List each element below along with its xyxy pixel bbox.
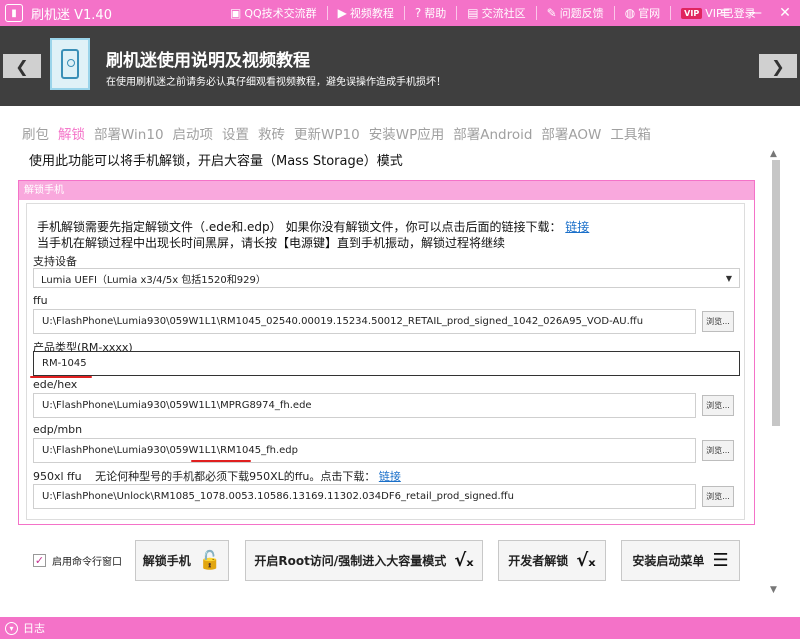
chevron-left-icon: ❮	[15, 56, 29, 76]
tab-install-wp-apps[interactable]: 安装WP应用	[369, 123, 445, 143]
community-icon: ▤	[467, 6, 479, 20]
app-title: 刷机迷 V1.40	[31, 7, 112, 23]
unlock-panel: 解锁手机 手机解锁需要先指定解锁文件（.ede和.edp） 如果你没有解锁文件，…	[18, 180, 755, 525]
unlock-note-1: 手机解锁需要先指定解锁文件（.ede和.edp） 如果你没有解锁文件，你可以点击…	[37, 220, 590, 234]
panel-title: 解锁手机	[19, 181, 754, 200]
device-label: 支持设备	[33, 255, 77, 268]
tab-settings[interactable]: 设置	[222, 123, 249, 143]
qq-group-icon: ▣	[230, 6, 242, 20]
tab-flash[interactable]: 刷包	[22, 123, 49, 143]
header-title: 刷机迷使用说明及视频教程	[106, 51, 310, 71]
ffu-browse-button[interactable]: 浏览...	[702, 311, 734, 332]
chevron-right-icon: ❯	[771, 56, 785, 76]
window-controls: ≡ — ✕	[710, 0, 800, 26]
cmd-window-checkbox-row[interactable]: ✓ 启用命令行窗口	[33, 553, 122, 568]
title-bar: ▮ 刷机迷 V1.40 ▣ QQ技术交流群 ▶ 视频教程 ? 帮助 ▤ 交流社区 ✎ 问题…	[0, 0, 800, 26]
separator	[403, 6, 405, 20]
separator	[326, 6, 328, 20]
ede-hex-label: ede/hex	[33, 378, 78, 391]
video-icon: ▶	[337, 6, 347, 20]
minimize-icon[interactable]: —	[740, 5, 770, 21]
separator	[613, 6, 615, 20]
chevron-down-circle-icon[interactable]: ▾	[5, 621, 18, 635]
header-banner: ❮ 刷机迷使用说明及视频教程 在使用刷机迷之前请务必认真仔细观看视频教程，避免误…	[0, 26, 800, 106]
edp-mbn-browse-button[interactable]: 浏览...	[702, 440, 734, 461]
ede-hex-path-input[interactable]: U:\FlashPhone\Lumia930\059W1L1\MPRG8974_…	[33, 393, 696, 418]
edp-mbn-path-input[interactable]: U:\FlashPhone\Lumia930\059W1L1\RM1045_fh…	[33, 438, 696, 463]
developer-unlock-button[interactable]: 开发者解锁 √ₓ	[498, 540, 606, 581]
app-logo-icon: ▮	[5, 4, 23, 22]
sqrt-x-icon: √ₓ	[576, 550, 596, 571]
phone-icon	[50, 38, 90, 90]
device-select[interactable]: Lumia UEFI（Lumia x3/4/5x 包括1520和929） ▼	[33, 268, 740, 288]
install-boot-menu-button[interactable]: 安装启动菜单 ☰	[621, 540, 740, 581]
ffu-label: ffu	[33, 294, 48, 307]
feedback-icon: ✎	[546, 6, 557, 20]
separator	[456, 6, 458, 20]
globe-icon: ◍	[624, 6, 636, 20]
ffu-950xl-note: 无论何种型号的手机都必须下载950XL的ffu。点击下载：	[95, 470, 376, 483]
ffu-950xl-download-link[interactable]: 链接	[379, 470, 401, 483]
tab-boot-items[interactable]: 启动项	[173, 123, 214, 143]
link-official-site[interactable]: ◍ 官网	[625, 5, 660, 21]
ffu-950xl-row: 950xl ffu 无论何种型号的手机都必须下载950XL的ffu。点击下载： …	[33, 468, 401, 484]
scroll-up-arrow-icon[interactable]: ▲	[770, 149, 777, 159]
close-icon[interactable]: ✕	[770, 5, 800, 21]
unlock-note-2: 当手机在解锁过程中出现长时间黑屏，请长按【电源键】直到手机振动，解锁过程将继续	[37, 236, 506, 250]
menu-icon[interactable]: ≡	[710, 5, 740, 21]
annotation-underline	[191, 460, 251, 462]
link-community[interactable]: ▤ 交流社区	[467, 5, 525, 21]
tab-toolbox[interactable]: 工具箱	[610, 123, 651, 143]
scrollbar-thumb[interactable]	[772, 160, 780, 426]
tab-unbrick[interactable]: 救砖	[258, 123, 285, 143]
edp-mbn-label: edp/mbn	[33, 423, 83, 436]
scroll-down-arrow-icon[interactable]: ▼	[770, 585, 777, 595]
page-description: 使用此功能可以将手机解锁，开启大容量（Mass Storage）模式	[29, 154, 403, 169]
help-icon: ?	[414, 6, 422, 20]
list-icon: ☰	[712, 550, 729, 571]
ffu-950xl-browse-button[interactable]: 浏览...	[702, 486, 734, 507]
unlock-form: 手机解锁需要先指定解锁文件（.ede和.edp） 如果你没有解锁文件，你可以点击…	[26, 203, 745, 520]
cmd-window-label: 启用命令行窗口	[52, 557, 122, 568]
tab-deploy-aow[interactable]: 部署AOW	[541, 123, 601, 143]
ffu-950xl-label: 950xl ffu	[33, 470, 82, 483]
vip-icon: VIP	[681, 7, 703, 19]
unlock-phone-button[interactable]: 解锁手机 🔓	[135, 540, 229, 581]
ede-hex-browse-button[interactable]: 浏览...	[702, 395, 734, 416]
link-feedback[interactable]: ✎ 问题反馈	[547, 5, 604, 21]
chevron-down-icon: ▼	[725, 273, 732, 283]
titlebar-links: ▣ QQ技术交流群 ▶ 视频教程 ? 帮助 ▤ 交流社区 ✎ 问题反馈 ◍ 官网 VIP VI…	[230, 0, 766, 26]
tab-update-wp10[interactable]: 更新WP10	[294, 123, 360, 143]
ffu-path-input[interactable]: U:\FlashPhone\Lumia930\059W1L1\RM1045_02…	[33, 309, 696, 334]
root-access-button[interactable]: 开启Root访问/强制进入大容量模式 √ₓ	[245, 540, 483, 581]
unlock-icon: 🔓	[198, 550, 222, 571]
main-tabs: 刷包 解锁 部署Win10 启动项 设置 救砖 更新WP10 安装WP应用 部署…	[22, 123, 660, 143]
tab-unlock[interactable]: 解锁	[58, 123, 85, 143]
forward-button[interactable]: ❯	[759, 54, 797, 78]
sqrt-x-icon: √ₓ	[454, 550, 474, 571]
separator	[670, 6, 672, 20]
ffu-950xl-path-input[interactable]: U:\FlashPhone\Unlock\RM1085_1078.0053.10…	[33, 484, 696, 509]
tab-deploy-android[interactable]: 部署Android	[453, 123, 532, 143]
link-help[interactable]: ? 帮助	[415, 5, 446, 21]
link-video-tutorial[interactable]: ▶ 视频教程	[338, 5, 394, 21]
header-subtitle: 在使用刷机迷之前请务必认真仔细观看视频教程，避免误操作造成手机损坏！	[106, 77, 446, 88]
log-label: 日志	[23, 622, 45, 635]
checkmark-icon: ✓	[34, 554, 45, 567]
separator	[535, 6, 537, 20]
unlock-file-download-link[interactable]: 链接	[565, 220, 589, 234]
status-bar[interactable]: ▾ 日志	[0, 617, 800, 639]
back-button[interactable]: ❮	[3, 54, 41, 78]
cmd-window-checkbox[interactable]: ✓	[33, 554, 46, 567]
tab-deploy-win10[interactable]: 部署Win10	[94, 123, 164, 143]
product-type-input[interactable]: RM-1045	[33, 351, 740, 376]
link-qq-group[interactable]: ▣ QQ技术交流群	[230, 5, 317, 21]
